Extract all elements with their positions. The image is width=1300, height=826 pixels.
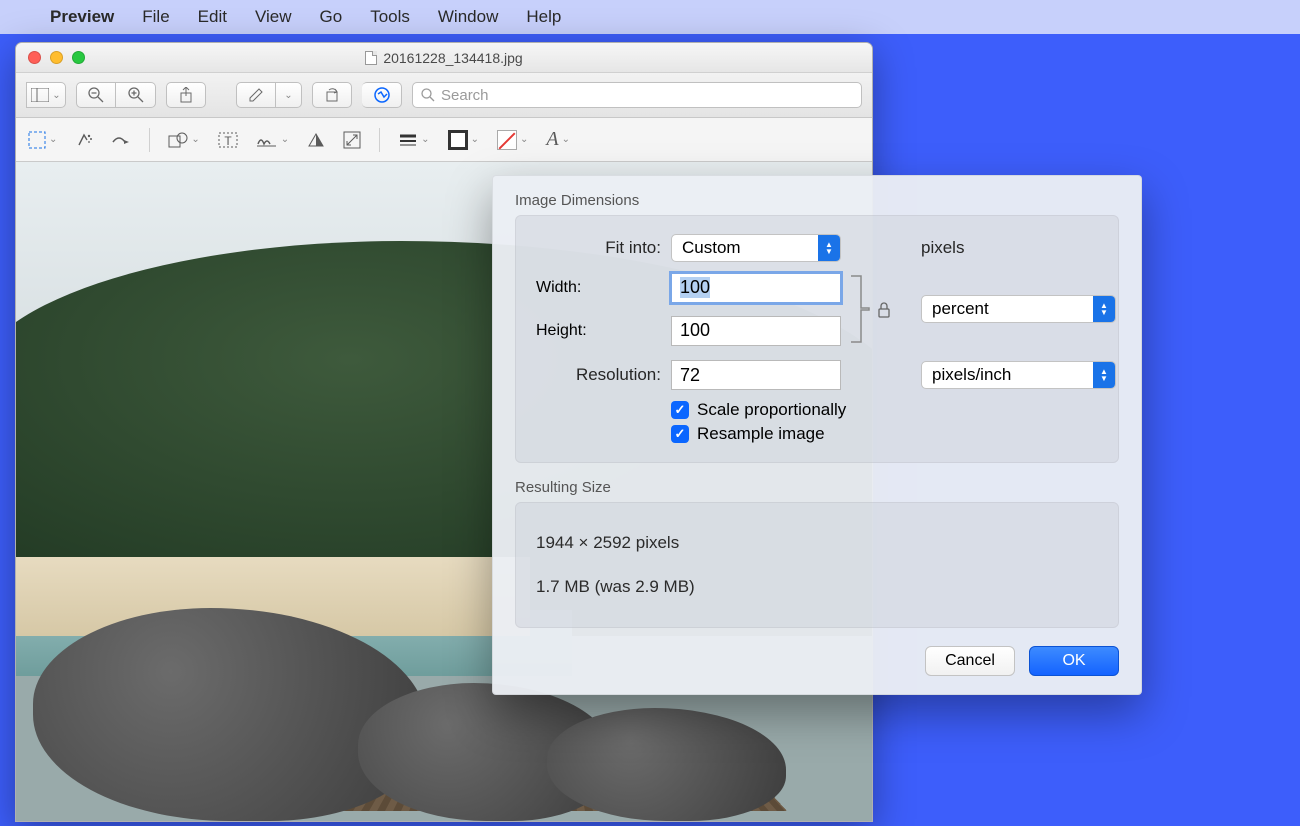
text-tool[interactable]: T [218, 131, 238, 149]
fit-into-select[interactable]: Custom ▲▼ [671, 234, 841, 262]
menu-help[interactable]: Help [512, 7, 575, 27]
resample-image-checkbox[interactable]: ✓ [671, 425, 689, 443]
zoom-out-button[interactable] [76, 82, 116, 108]
markup-toolbar: ⌄ ⌄ T ⌄ ⌄ ⌄ ⌄ A⌄ [16, 118, 872, 162]
search-placeholder: Search [441, 87, 489, 104]
resolution-label: Resolution: [536, 365, 661, 385]
window-title: 20161228_134418.jpg [383, 50, 522, 66]
lock-icon[interactable] [877, 302, 891, 323]
height-label: Height: [536, 322, 661, 340]
highlight-button[interactable] [236, 82, 276, 108]
highlight-menu-button[interactable]: ⌄ [276, 82, 302, 108]
instant-alpha-tool[interactable] [75, 131, 93, 149]
sign-tool[interactable]: ⌄ [256, 132, 289, 148]
rotate-button[interactable] [312, 82, 352, 108]
selection-tool[interactable]: ⌄ [28, 131, 57, 149]
menu-app[interactable]: Preview [36, 7, 128, 27]
scale-proportionally-label: Scale proportionally [697, 400, 846, 420]
resulting-size-box: 1944 × 2592 pixels 1.7 MB (was 2.9 MB) [515, 502, 1119, 628]
menu-go[interactable]: Go [306, 7, 357, 27]
resolution-input[interactable] [671, 360, 841, 390]
zoom-window-button[interactable] [72, 51, 85, 64]
adjust-size-dialog: Image Dimensions Fit into: Custom ▲▼ pix… [492, 175, 1142, 695]
svg-text:T: T [224, 134, 232, 148]
adjust-size-tool[interactable] [343, 131, 361, 149]
zoom-in-button[interactable] [116, 82, 156, 108]
line-style-tool[interactable]: ⌄ [398, 133, 429, 147]
fit-into-label: Fit into: [536, 238, 661, 258]
font-tool[interactable]: A⌄ [546, 128, 570, 151]
fit-into-units: pixels [921, 238, 1116, 258]
sidebar-toggle-button[interactable]: ⌄ [26, 82, 66, 108]
select-arrows-icon: ▲▼ [818, 235, 840, 261]
select-arrows-icon: ▲▼ [1093, 296, 1115, 322]
shapes-tool[interactable]: ⌄ [168, 131, 199, 149]
main-toolbar: ⌄ ⌄ Search [16, 73, 872, 118]
border-color-tool[interactable]: ⌄ [448, 130, 479, 150]
width-input[interactable] [671, 273, 841, 303]
search-icon [421, 88, 435, 102]
search-input[interactable]: Search [412, 82, 862, 108]
markup-button[interactable] [362, 82, 402, 108]
separator [379, 128, 380, 152]
image-dimensions-title: Image Dimensions [515, 192, 1119, 209]
separator [149, 128, 150, 152]
result-filesize: 1.7 MB (was 2.9 MB) [536, 565, 1098, 609]
resolution-units-select[interactable]: pixels/inch ▲▼ [921, 361, 1116, 389]
ok-button[interactable]: OK [1029, 646, 1119, 676]
menu-view[interactable]: View [241, 7, 306, 27]
menu-window[interactable]: Window [424, 7, 512, 27]
adjust-color-tool[interactable] [307, 132, 325, 148]
height-input[interactable] [671, 316, 841, 346]
resample-image-label: Resample image [697, 424, 825, 444]
minimize-window-button[interactable] [50, 51, 63, 64]
resulting-size-title: Resulting Size [515, 479, 1119, 496]
menu-tools[interactable]: Tools [356, 7, 424, 27]
select-arrows-icon: ▲▼ [1093, 362, 1115, 388]
close-window-button[interactable] [28, 51, 41, 64]
result-dimensions: 1944 × 2592 pixels [536, 521, 1098, 565]
document-icon [365, 51, 377, 65]
menu-edit[interactable]: Edit [184, 7, 241, 27]
width-label: Width: [536, 279, 661, 297]
scale-proportionally-checkbox[interactable]: ✓ [671, 401, 689, 419]
fill-color-tool[interactable]: ⌄ [497, 130, 528, 150]
menubar: Preview File Edit View Go Tools Window H… [0, 0, 1300, 34]
share-button[interactable] [166, 82, 206, 108]
titlebar[interactable]: 20161228_134418.jpg [16, 43, 872, 73]
cancel-button[interactable]: Cancel [925, 646, 1015, 676]
sketch-tool[interactable] [111, 132, 131, 148]
menu-file[interactable]: File [128, 7, 183, 27]
wh-units-select[interactable]: percent ▲▼ [921, 295, 1116, 323]
